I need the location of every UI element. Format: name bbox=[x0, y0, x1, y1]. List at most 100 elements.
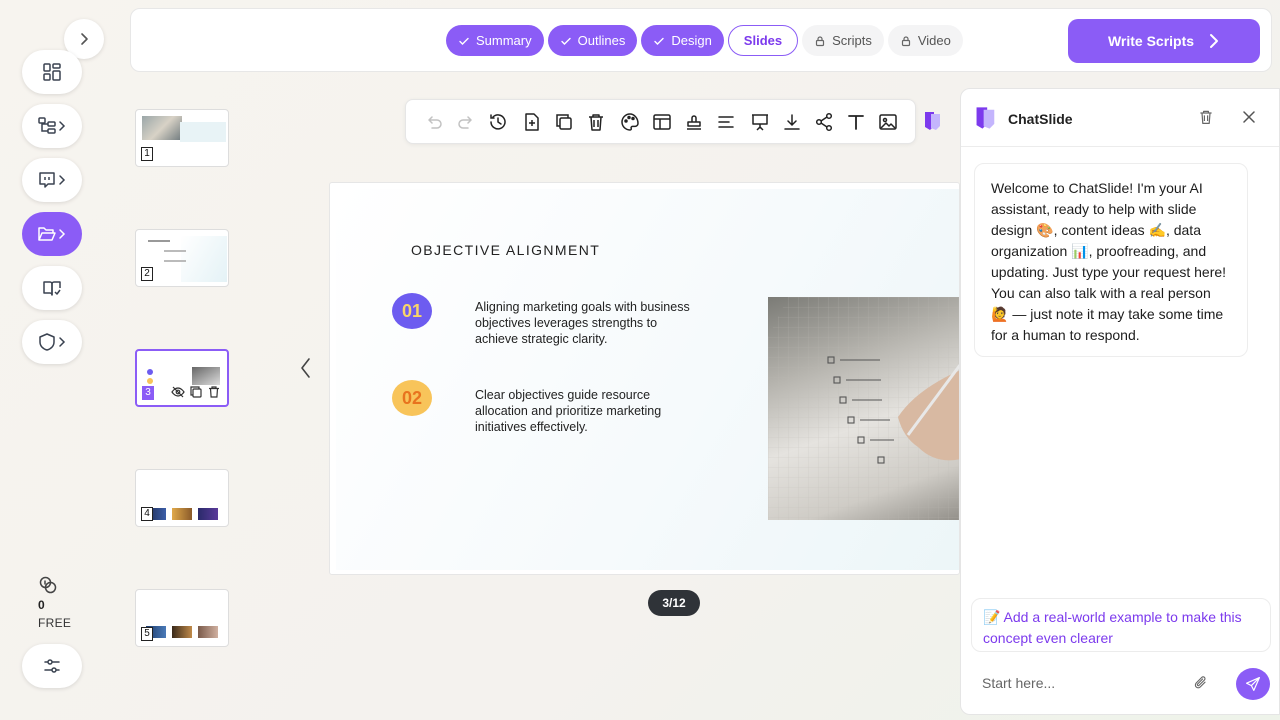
thumbnail-content bbox=[181, 236, 227, 282]
write-scripts-label: Write Scripts bbox=[1107, 33, 1195, 49]
chevron-right-icon bbox=[1210, 34, 1219, 48]
palette-icon[interactable] bbox=[620, 112, 640, 132]
check-icon bbox=[560, 37, 571, 45]
step-design[interactable]: Design bbox=[641, 25, 724, 56]
thumbnail-line bbox=[148, 240, 170, 242]
chat-title: ChatSlide bbox=[1008, 111, 1073, 127]
thumbnail-number: 2 bbox=[141, 267, 153, 281]
folder-open-icon bbox=[38, 227, 56, 241]
thumbnail-number: 3 bbox=[142, 386, 154, 400]
assistant-message: Welcome to ChatSlide! I'm your AI assist… bbox=[974, 163, 1248, 357]
slide-photo[interactable] bbox=[768, 297, 959, 520]
stamp-icon[interactable] bbox=[684, 112, 704, 132]
step-scripts[interactable]: Scripts bbox=[802, 25, 884, 56]
check-icon bbox=[654, 37, 665, 45]
check-icon bbox=[459, 37, 469, 45]
dashboard-icon bbox=[43, 63, 61, 81]
item-text[interactable]: Aligning marketing goals with business o… bbox=[475, 299, 690, 347]
thumbnail-dot bbox=[147, 369, 153, 375]
paperclip-icon[interactable] bbox=[1193, 675, 1209, 691]
step-slides[interactable]: Slides bbox=[727, 25, 799, 56]
redo-icon[interactable] bbox=[456, 112, 476, 132]
step-label: Slides bbox=[743, 33, 783, 48]
top-bar: Summary Outlines Design Slides Scripts V… bbox=[130, 8, 1272, 72]
write-scripts-button[interactable]: Write Scripts bbox=[1068, 19, 1260, 63]
thumbnail-image bbox=[142, 116, 182, 140]
chatslide-logo-icon[interactable] bbox=[922, 110, 944, 132]
history-icon[interactable] bbox=[488, 112, 508, 132]
item-text[interactable]: Clear objectives guide resource allocati… bbox=[475, 387, 690, 435]
slide-thumbnail[interactable]: 5 bbox=[135, 589, 229, 647]
chevron-right-icon bbox=[59, 175, 66, 185]
thumbnail-dot bbox=[147, 378, 153, 384]
chevron-right-icon bbox=[59, 337, 66, 347]
step-label: Outlines bbox=[577, 33, 626, 48]
workflow-icon bbox=[38, 117, 56, 134]
chatslide-logo-icon bbox=[976, 107, 995, 129]
notebook-checklist-image bbox=[768, 297, 959, 520]
text-icon[interactable] bbox=[846, 112, 866, 132]
plan-label: FREE bbox=[38, 616, 72, 630]
slide-canvas[interactable]: OBJECTIVE ALIGNMENT 01 Aligning marketin… bbox=[329, 182, 960, 575]
thumbnail-image bbox=[198, 626, 218, 638]
workflow-steps: Summary Outlines Design Slides Scripts V… bbox=[446, 25, 963, 56]
step-summary[interactable]: Summary bbox=[446, 25, 544, 56]
add-page-icon[interactable] bbox=[522, 112, 542, 132]
step-video[interactable]: Video bbox=[887, 25, 963, 56]
align-text-icon[interactable] bbox=[716, 112, 736, 132]
undo-icon[interactable] bbox=[424, 112, 444, 132]
projects-nav-button[interactable] bbox=[22, 212, 82, 256]
thumbnail-line bbox=[164, 250, 186, 252]
security-nav-button[interactable] bbox=[22, 320, 82, 364]
suggestion-chip[interactable]: 📝 Add a real-world example to make this … bbox=[971, 598, 1271, 652]
message-icon bbox=[39, 172, 55, 188]
page-indicator: 3/12 bbox=[648, 590, 700, 616]
trash-icon[interactable] bbox=[207, 385, 221, 399]
editor-toolbar bbox=[405, 99, 916, 144]
library-nav-button[interactable] bbox=[22, 266, 82, 310]
chat-header: ChatSlide bbox=[961, 89, 1279, 147]
thumbnail-image bbox=[198, 508, 218, 520]
lock-icon bbox=[901, 35, 910, 46]
presentation-icon[interactable] bbox=[750, 112, 770, 132]
copy-icon[interactable] bbox=[189, 385, 203, 399]
slide-thumbnail[interactable]: 1 bbox=[135, 109, 229, 167]
thumbnail-content bbox=[180, 122, 226, 142]
chat-input[interactable]: Start here... bbox=[982, 675, 1182, 691]
thumbnail-line bbox=[164, 260, 186, 262]
item-number-badge: 01 bbox=[392, 293, 432, 329]
slide-thumbnail-active[interactable]: 3 bbox=[135, 349, 229, 407]
eye-off-icon[interactable] bbox=[171, 385, 185, 399]
slide-thumbnail[interactable]: 2 bbox=[135, 229, 229, 287]
thumbnail-number: 1 bbox=[141, 147, 153, 161]
share-icon[interactable] bbox=[814, 112, 834, 132]
step-label: Scripts bbox=[832, 33, 872, 48]
slide-title[interactable]: OBJECTIVE ALIGNMENT bbox=[411, 242, 600, 258]
delete-icon[interactable] bbox=[586, 112, 606, 132]
coins-icon bbox=[39, 576, 57, 594]
chevron-right-icon bbox=[59, 229, 66, 239]
layout-icon[interactable] bbox=[652, 112, 672, 132]
dashboard-nav-button[interactable] bbox=[22, 50, 82, 94]
slide-thumbnail[interactable]: 4 bbox=[135, 469, 229, 527]
previous-slide-icon[interactable] bbox=[298, 356, 314, 380]
book-check-icon bbox=[43, 281, 61, 296]
chat-panel: ChatSlide Welcome to ChatSlide! I'm your… bbox=[960, 88, 1280, 715]
chat-nav-button[interactable] bbox=[22, 158, 82, 202]
lock-icon bbox=[815, 35, 825, 46]
image-icon[interactable] bbox=[878, 112, 898, 132]
settings-button[interactable] bbox=[22, 644, 82, 688]
thumbnail-number: 5 bbox=[141, 627, 153, 641]
duplicate-icon[interactable] bbox=[554, 112, 574, 132]
step-label: Design bbox=[671, 33, 712, 48]
clear-chat-icon[interactable] bbox=[1198, 109, 1214, 125]
send-button[interactable] bbox=[1236, 668, 1270, 700]
send-icon bbox=[1246, 677, 1260, 691]
step-label: Summary bbox=[476, 33, 532, 48]
download-icon[interactable] bbox=[782, 112, 802, 132]
close-icon[interactable] bbox=[1243, 111, 1255, 123]
step-outlines[interactable]: Outlines bbox=[547, 25, 638, 56]
thumbnail-image bbox=[192, 367, 220, 385]
workflow-nav-button[interactable] bbox=[22, 104, 82, 148]
thumbnail-number: 4 bbox=[141, 507, 153, 521]
